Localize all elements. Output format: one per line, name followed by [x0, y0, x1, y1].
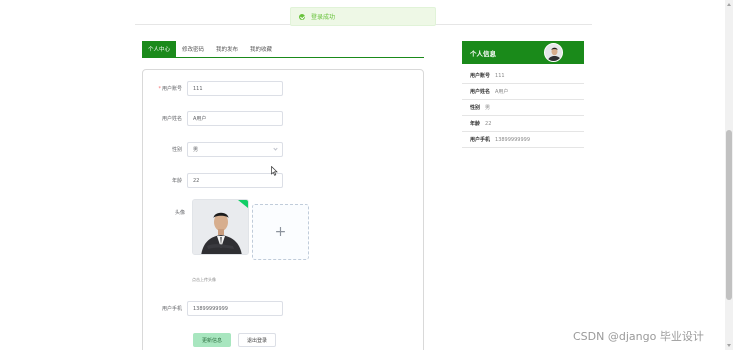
logout-button[interactable]: 退出登录	[238, 333, 276, 347]
age-input[interactable]: 22	[187, 173, 283, 188]
scrollbar-thumb[interactable]	[726, 130, 732, 300]
success-icon	[299, 13, 305, 20]
center-tabs: 个人中心 修改密码 我的发布 我的收藏	[142, 41, 278, 57]
scroll-up-arrow-icon[interactable]	[727, 3, 731, 6]
info-row-age: 年龄 22	[462, 116, 584, 132]
info-card-header: 个人信息	[462, 41, 584, 64]
name-label: 用户姓名	[161, 116, 182, 122]
avatar-photo	[192, 199, 249, 255]
info-value: 111	[495, 72, 505, 79]
chevron-down-icon	[273, 146, 278, 151]
name-input[interactable]: A用户	[187, 111, 283, 126]
info-card-avatar	[544, 43, 563, 62]
tabs-underline	[142, 57, 424, 58]
tab-personal-center[interactable]: 个人中心	[142, 41, 177, 57]
avatar-upload-button[interactable]: +	[252, 204, 309, 260]
person-photo-icon	[193, 200, 248, 254]
info-key: 年龄	[470, 121, 481, 127]
info-key: 用户账号	[470, 73, 491, 79]
info-row-account: 用户账号 111	[462, 68, 584, 84]
gender-select[interactable]: 男	[187, 142, 283, 157]
info-value: A用户	[495, 89, 509, 95]
info-row-name: 用户姓名 A用户	[462, 84, 584, 100]
scroll-down-arrow-icon[interactable]	[727, 344, 731, 347]
phone-row: 用户手机 13899999999	[143, 301, 283, 316]
info-row-phone: 用户手机 13899999999	[462, 132, 584, 148]
account-input[interactable]: 111	[187, 81, 283, 96]
phone-input[interactable]: 13899999999	[187, 301, 283, 316]
info-card-title: 个人信息	[470, 49, 496, 58]
info-value: 22	[485, 120, 492, 127]
account-label: *用户账号	[158, 86, 182, 92]
avatar-upload-hint: 点击上传头像	[192, 277, 216, 282]
profile-form: *用户账号 111 用户姓名 A用户 性别 男 年龄 22 头像 + 点击上传头…	[142, 69, 424, 350]
gender-label: 性别	[171, 147, 182, 153]
mouse-cursor-icon	[271, 161, 278, 180]
update-info-button[interactable]: 更新信息	[193, 333, 231, 347]
info-key: 用户手机	[470, 137, 491, 143]
age-label: 年龄	[171, 178, 182, 184]
info-row-gender: 性别 男	[462, 100, 584, 116]
info-key: 性别	[470, 105, 481, 111]
phone-label: 用户手机	[161, 306, 182, 312]
name-row: 用户姓名 A用户	[143, 111, 283, 126]
gender-row: 性别 男	[143, 142, 283, 157]
tab-my-favorites[interactable]: 我的收藏	[244, 41, 278, 57]
age-row: 年龄 22	[143, 173, 283, 188]
info-value: 13899999999	[495, 136, 531, 143]
tab-change-password[interactable]: 修改密码	[176, 41, 210, 57]
info-value: 男	[485, 105, 491, 111]
gender-value: 男	[193, 147, 199, 153]
account-row: *用户账号 111	[143, 81, 283, 96]
success-toast: 登录成功	[290, 7, 436, 26]
vertical-scrollbar[interactable]	[725, 0, 733, 350]
tab-my-posts[interactable]: 我的发布	[210, 41, 244, 57]
avatar-label: 头像	[175, 210, 186, 216]
toast-message: 登录成功	[311, 14, 336, 21]
info-key: 用户姓名	[470, 89, 491, 95]
csdn-watermark: CSDN @django 毕业设计	[573, 330, 704, 343]
